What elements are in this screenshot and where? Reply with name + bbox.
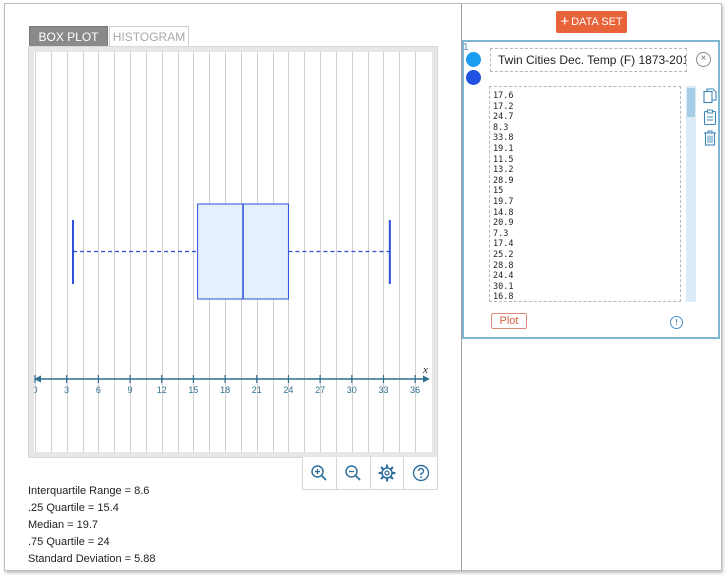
tick-label: 9 [128,385,133,395]
data-values-list: 17.6 17.2 24.7 8.3 33.8 19.1 11.5 13.2 28.9 15 19.… [490,87,680,302]
clipboard-icon[interactable] [703,109,717,125]
settings-button[interactable] [371,457,405,489]
data-value-row: 24.7 [493,112,514,123]
data-value-row: 20.9 [493,218,514,229]
data-set-number: 1 [463,42,469,53]
zoom-in-button[interactable] [303,457,337,489]
axis-arrow-right [423,375,430,383]
gear-icon [378,464,396,482]
trash-icon[interactable] [703,130,717,146]
stat-q1: .25 Quartile = 15.4 [28,502,119,514]
add-data-set-label: DATA SET [571,16,623,28]
x-axis-ticks: 0 3 6 9 12 15 18 21 24 27 30 33 36 [34,375,420,395]
data-value-row: 19.7 [493,196,514,207]
tick-label: 30 [347,385,357,395]
stat-iqr: Interquartile Range = 8.6 [28,485,150,497]
stat-median: Median = 19.7 [28,519,99,531]
tick-label: 6 [96,385,101,395]
zoom-out-button[interactable] [337,457,371,489]
tab-box-plot[interactable]: BOX PLOT [29,26,108,47]
box-lower-half [197,203,244,300]
zoom-out-icon [345,465,361,481]
box-plot-chart: 0 3 6 9 12 15 18 21 24 27 30 33 36 x [34,52,430,452]
stat-q3: .75 Quartile = 24 [28,536,110,548]
plot-toolbar [302,457,438,490]
data-value-row: 30.1 [493,281,514,292]
data-value-row: 17.2 [493,101,514,112]
plot-button[interactable]: Plot [491,313,527,329]
data-set-color-dot-dark[interactable] [466,70,481,85]
data-value-row: 28.9 [493,175,514,186]
statistics-summary: Interquartile Range = 8.6 .25 Quartile =… [28,483,156,568]
zoom-in-icon [311,465,328,481]
data-value-row: 25.2 [493,249,514,260]
data-value-row: 11.5 [493,154,514,165]
data-value-row: 17.4 [493,239,514,250]
box-upper-half [242,203,289,300]
tick-label: 36 [410,385,420,395]
help-button[interactable] [404,457,437,489]
add-data-set-button[interactable]: + DATA SET [556,11,627,33]
data-value-row: 13.2 [493,165,514,176]
data-value-row: 7.3 [493,228,509,239]
data-value-row: 33.8 [493,133,514,144]
help-icon [412,464,429,482]
data-value-row: 15 [493,186,504,197]
scrollbar-track[interactable] [686,86,696,302]
tick-label: 3 [64,385,69,395]
data-values-textarea[interactable]: 17.6 17.2 24.7 8.3 33.8 19.1 11.5 13.2 28.9 15 19.… [489,86,681,302]
tick-label: 18 [220,385,230,395]
tick-label: 24 [283,385,293,395]
tab-histogram[interactable]: HISTOGRAM [109,26,189,47]
scrollbar-thumb[interactable] [687,88,695,117]
tick-label: 33 [378,385,388,395]
data-set-name-input[interactable]: Twin Cities Dec. Temp (F) 1873-201 [490,48,687,72]
tick-label: 12 [157,385,167,395]
data-value-row: 19.1 [493,143,514,154]
x-axis-label: x [422,364,428,376]
tick-label: 15 [188,385,198,395]
data-value-row: 24.4 [493,271,514,282]
data-value-row: 16.8 [493,292,514,302]
tick-label: 0 [34,385,38,395]
data-set-color-dot-light[interactable] [466,52,481,67]
data-value-row: 14.8 [493,207,514,218]
data-value-row: 17.6 [493,91,514,101]
close-icon[interactable]: × [696,52,711,67]
plus-icon: + [560,13,570,30]
copy-icon[interactable] [703,88,717,104]
stat-std-dev: Standard Deviation = 5.88 [28,553,156,565]
tick-label: 21 [252,385,262,395]
data-value-row: 8.3 [493,122,509,133]
tick-label: 27 [315,385,325,395]
info-icon[interactable]: ! [670,316,683,329]
data-value-row: 28.8 [493,260,514,271]
